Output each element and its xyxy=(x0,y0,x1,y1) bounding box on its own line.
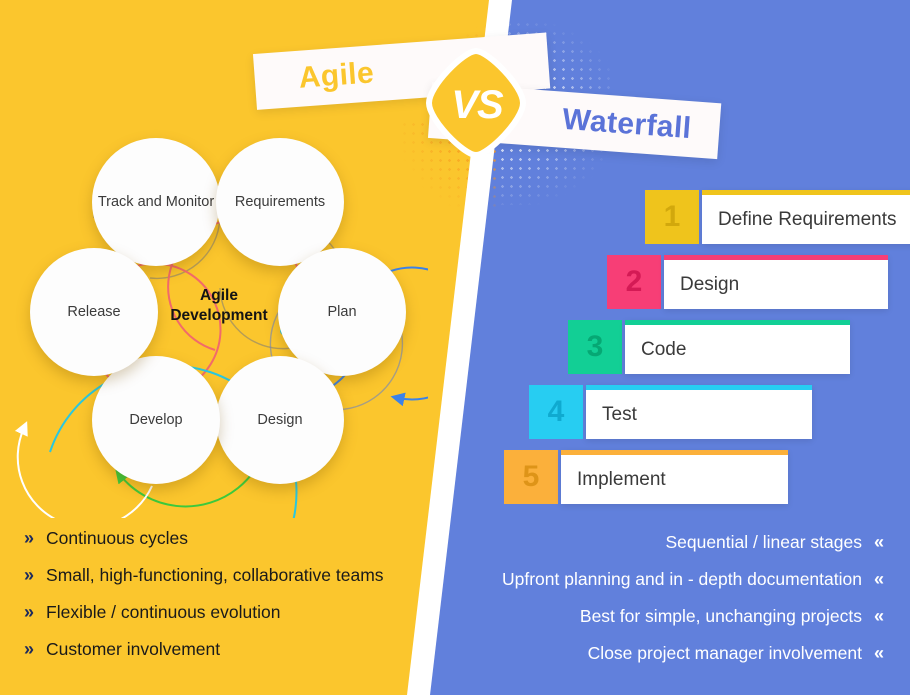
waterfall-step-5[interactable]: 5 Implement xyxy=(504,450,788,504)
vs-badge: VS xyxy=(426,48,526,158)
waterfall-step-1[interactable]: 1 Define Requirements xyxy=(645,190,910,244)
waterfall-bullet-item: Sequential / linear stages « xyxy=(454,532,884,552)
chevron-left-icon: « xyxy=(873,643,884,664)
waterfall-title-text: Waterfall xyxy=(561,102,693,146)
waterfall-step-card: Test xyxy=(586,385,812,439)
waterfall-bullet-item: Upfront planning and in - depth document… xyxy=(454,569,884,589)
chevron-right-icon: » xyxy=(24,602,35,623)
waterfall-step-card: Implement xyxy=(561,450,788,504)
waterfall-step-card: Define Requirements xyxy=(702,190,910,244)
agile-bullet-item: » Customer involvement xyxy=(24,639,424,659)
waterfall-bullet-text: Best for simple, unchanging projects xyxy=(579,606,862,627)
waterfall-step-number-text: 4 xyxy=(547,395,565,428)
waterfall-step-label: Code xyxy=(641,338,687,360)
chevron-left-icon: « xyxy=(873,606,884,627)
waterfall-step-4[interactable]: 4 Test xyxy=(529,385,812,439)
vs-label: VS xyxy=(451,83,503,127)
waterfall-step-card: Design xyxy=(664,255,888,309)
agile-title-text: Agile xyxy=(297,56,376,95)
waterfall-bullet-text: Close project manager involvement xyxy=(587,643,862,664)
waterfall-step-number: 1 xyxy=(645,190,699,244)
chevron-left-icon: « xyxy=(873,532,884,552)
chevron-left-icon: « xyxy=(873,569,884,590)
agile-bullet-text: Flexible / continuous evolution xyxy=(46,602,281,623)
waterfall-bullet-text: Sequential / linear stages xyxy=(665,532,862,552)
waterfall-step-label: Define Requirements xyxy=(718,208,897,230)
agile-bullet-item: » Small, high-functioning, collaborative… xyxy=(24,565,424,585)
agile-bullet-list: » Continuous cycles » Small, high-functi… xyxy=(24,528,424,677)
waterfall-bullet-item: Close project manager involvement « xyxy=(454,643,884,663)
agile-bullet-text: Continuous cycles xyxy=(46,528,189,548)
waterfall-step-number: 2 xyxy=(607,255,661,309)
waterfall-step-number-text: 5 xyxy=(522,460,540,493)
agile-bullet-item: » Flexible / continuous evolution xyxy=(24,602,424,622)
waterfall-step-label: Implement xyxy=(577,468,666,490)
waterfall-step-number-text: 1 xyxy=(663,200,681,233)
agile-bullet-item: » Continuous cycles xyxy=(24,528,424,548)
waterfall-bullet-item: Best for simple, unchanging projects « xyxy=(454,606,884,626)
chevron-right-icon: » xyxy=(24,565,35,586)
waterfall-step-number-text: 2 xyxy=(625,265,643,298)
waterfall-step-number: 3 xyxy=(568,320,622,374)
waterfall-bullet-list: Sequential / linear stages « Upfront pla… xyxy=(454,532,884,681)
agile-bullet-text: Customer involvement xyxy=(46,639,221,660)
waterfall-bullet-text: Upfront planning and in - depth document… xyxy=(502,569,862,590)
agile-bullet-text: Small, high-functioning, collaborative t… xyxy=(46,565,384,586)
chevron-right-icon: » xyxy=(24,639,35,660)
waterfall-step-card: Code xyxy=(625,320,850,374)
waterfall-step-label: Test xyxy=(602,403,637,425)
waterfall-step-2[interactable]: 2 Design xyxy=(607,255,888,309)
infographic-canvas: Agile Waterfall VS Track and Monitor Req… xyxy=(0,0,910,695)
waterfall-step-3[interactable]: 3 Code xyxy=(568,320,850,374)
waterfall-step-number-text: 3 xyxy=(586,330,604,363)
waterfall-step-number: 5 xyxy=(504,450,558,504)
waterfall-step-label: Design xyxy=(680,273,740,295)
waterfall-steps: 1 Define Requirements 2 Design 3 Code 4 … xyxy=(0,190,910,510)
chevron-right-icon: » xyxy=(24,528,35,548)
waterfall-step-number: 4 xyxy=(529,385,583,439)
